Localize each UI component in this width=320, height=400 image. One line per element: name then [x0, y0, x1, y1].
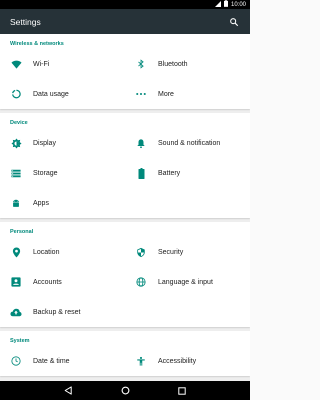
item-label: Date & time: [33, 357, 70, 365]
section-wireless: Wireless & networks Wi-Fi Bluetooth Data…: [0, 34, 250, 109]
wifi-icon: [10, 58, 22, 70]
settings-item-wifi[interactable]: Wi-Fi: [0, 49, 125, 79]
battery-icon: [223, 0, 228, 9]
clock-icon: [10, 355, 22, 367]
settings-item-more[interactable]: More: [125, 79, 250, 109]
item-label: Sound & notification: [158, 139, 221, 147]
settings-item-accessibility[interactable]: Accessibility: [125, 346, 250, 376]
brightness-icon: [10, 137, 22, 149]
battery-icon: [135, 167, 147, 179]
settings-item-security[interactable]: Security: [125, 237, 250, 267]
app-bar: Settings: [0, 9, 250, 34]
android-icon: [10, 197, 22, 209]
section-system: System Date & time Accessibility: [0, 331, 250, 376]
settings-item-location[interactable]: Location: [0, 237, 125, 267]
settings-item-battery[interactable]: Battery: [125, 158, 250, 188]
settings-item-accounts[interactable]: Accounts: [0, 267, 125, 297]
item-label: Data usage: [33, 90, 69, 98]
item-label: Accounts: [33, 278, 62, 286]
status-time: 10:00: [230, 1, 246, 8]
page-title: Settings: [10, 16, 41, 27]
item-label: Backup & reset: [33, 308, 81, 316]
section-header-personal: Personal: [10, 229, 34, 235]
item-label: Wi-Fi: [33, 60, 50, 68]
search-icon[interactable]: [228, 16, 240, 28]
item-label: More: [158, 90, 174, 98]
item-label: Accessibility: [158, 357, 197, 365]
settings-item-display[interactable]: Display: [0, 128, 125, 158]
section-header-wireless: Wireless & networks: [10, 41, 64, 47]
item-label: Storage: [33, 169, 58, 177]
section-header-system: System: [10, 338, 30, 344]
settings-item-apps[interactable]: Apps: [0, 188, 125, 218]
item-label: Battery: [158, 169, 181, 177]
settings-list: Wireless & networks Wi-Fi Bluetooth Data…: [0, 34, 250, 381]
settings-item-date-time[interactable]: Date & time: [0, 346, 125, 376]
settings-item-backup[interactable]: Backup & reset: [0, 297, 125, 327]
shield-icon: [135, 246, 147, 258]
settings-item-data-usage[interactable]: Data usage: [0, 79, 125, 109]
item-label: Apps: [33, 199, 49, 207]
more-icon: [135, 88, 147, 100]
section-device: Device Display Sound & notification Stor…: [0, 113, 250, 218]
settings-screen: 10:00 Settings Wireless & networks Wi-Fi: [0, 0, 250, 400]
recents-icon[interactable]: [176, 385, 188, 397]
bell-icon: [135, 137, 147, 149]
location-pin-icon: [10, 246, 22, 258]
signal-icon: [214, 0, 221, 9]
navigation-bar: [0, 381, 250, 400]
item-label: Security: [158, 248, 184, 256]
settings-item-bluetooth[interactable]: Bluetooth: [125, 49, 250, 79]
item-label: Bluetooth: [158, 60, 188, 68]
bluetooth-icon: [135, 58, 147, 70]
back-icon[interactable]: [62, 385, 74, 397]
section-header-device: Device: [10, 120, 28, 126]
settings-item-storage[interactable]: Storage: [0, 158, 125, 188]
accessibility-icon: [135, 355, 147, 367]
settings-item-sound[interactable]: Sound & notification: [125, 128, 250, 158]
status-bar: 10:00: [0, 0, 250, 9]
settings-item-language[interactable]: Language & input: [125, 267, 250, 297]
globe-icon: [135, 276, 147, 288]
account-icon: [10, 276, 22, 288]
home-icon[interactable]: [119, 385, 131, 397]
cloud-upload-icon: [10, 306, 22, 318]
section-personal: Personal Location Security Accounts Lang…: [0, 222, 250, 327]
data-usage-icon: [10, 88, 22, 100]
item-label: Display: [33, 139, 56, 147]
storage-icon: [10, 167, 22, 179]
item-label: Language & input: [158, 278, 213, 286]
item-label: Location: [33, 248, 60, 256]
